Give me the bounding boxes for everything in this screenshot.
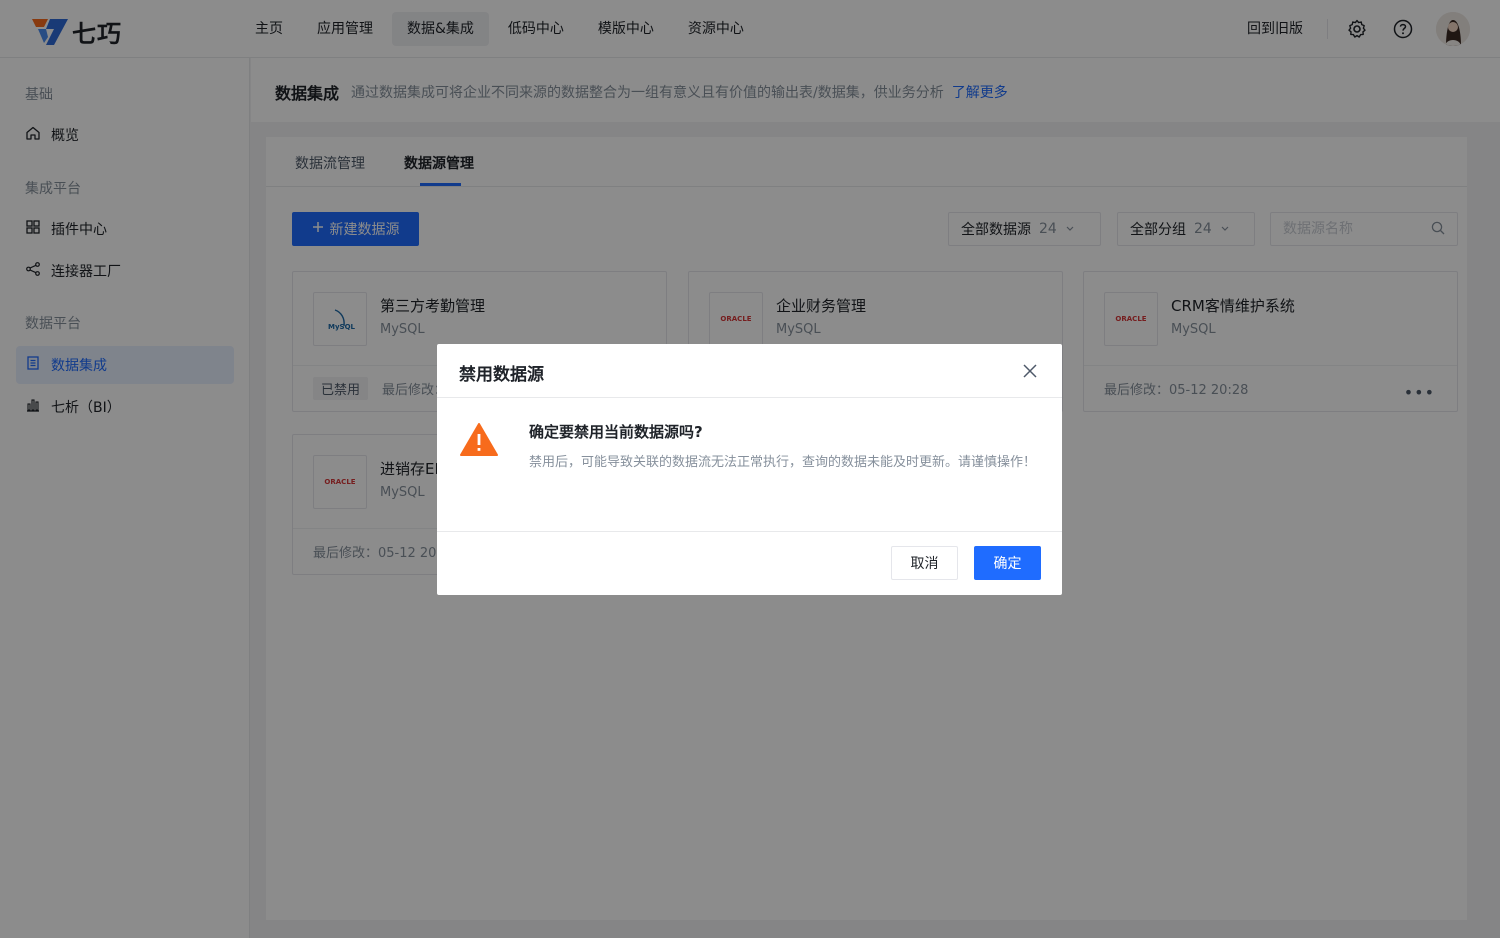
cancel-button[interactable]: 取消 xyxy=(891,546,958,580)
dialog-question: 确定要禁用当前数据源吗? xyxy=(529,423,703,441)
warning-icon xyxy=(459,422,499,462)
dialog-footer: 取消 确定 xyxy=(437,532,1062,594)
dialog-title: 禁用数据源 xyxy=(459,365,544,385)
dialog-body: 确定要禁用当前数据源吗? 禁用后，可能导致关联的数据流无法正常执行，查询的数据未… xyxy=(437,398,1062,532)
close-icon[interactable] xyxy=(1020,361,1040,381)
dialog-description: 禁用后，可能导致关联的数据流无法正常执行，查询的数据未能及时更新。请谨慎操作！ xyxy=(529,455,1037,470)
confirm-button[interactable]: 确定 xyxy=(974,546,1041,580)
disable-datasource-dialog: 禁用数据源 确定要禁用当前数据源吗? 禁用后，可能导致关联的数据流无法正常执行，… xyxy=(437,344,1062,595)
dialog-header: 禁用数据源 xyxy=(437,344,1062,398)
